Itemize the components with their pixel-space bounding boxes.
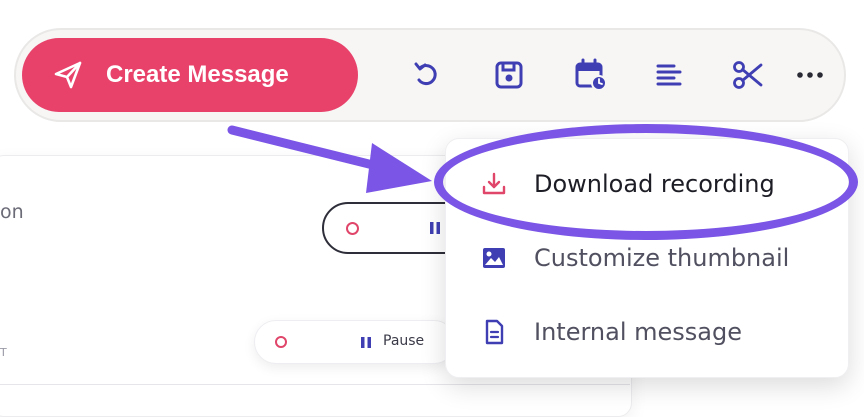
menu-item-download-recording[interactable]: Download recording [446, 154, 848, 214]
scissors-icon[interactable] [731, 58, 765, 92]
partial-letter: T [0, 346, 7, 359]
download-icon [480, 170, 508, 198]
menu-item-label: Download recording [534, 170, 775, 198]
menu-item-label: Internal message [534, 318, 742, 346]
create-message-button[interactable]: Create Message [22, 38, 358, 112]
partial-label: on [0, 201, 24, 223]
align-left-icon[interactable] [652, 58, 686, 92]
record-icon[interactable] [346, 222, 359, 235]
divider [0, 384, 630, 385]
pause-icon[interactable] [430, 222, 440, 234]
undo-icon[interactable] [410, 58, 444, 92]
send-icon [54, 61, 82, 89]
record-icon[interactable] [275, 336, 287, 348]
create-message-label: Create Message [106, 61, 289, 88]
document-icon [480, 318, 508, 346]
schedule-calendar-icon[interactable] [574, 58, 608, 92]
pause-icon[interactable] [361, 337, 371, 348]
save-icon[interactable] [492, 58, 526, 92]
menu-item-internal-message[interactable]: Internal message [446, 302, 848, 362]
pause-label[interactable]: Pause [383, 333, 424, 349]
more-options-menu: Download recording Customize thumbnail I… [445, 138, 849, 378]
recording-controls-small: Pause [254, 320, 456, 364]
menu-item-customize-thumbnail[interactable]: Customize thumbnail [446, 228, 848, 288]
more-horizontal-icon[interactable] [793, 58, 827, 92]
image-icon [480, 244, 508, 272]
menu-item-label: Customize thumbnail [534, 244, 790, 272]
